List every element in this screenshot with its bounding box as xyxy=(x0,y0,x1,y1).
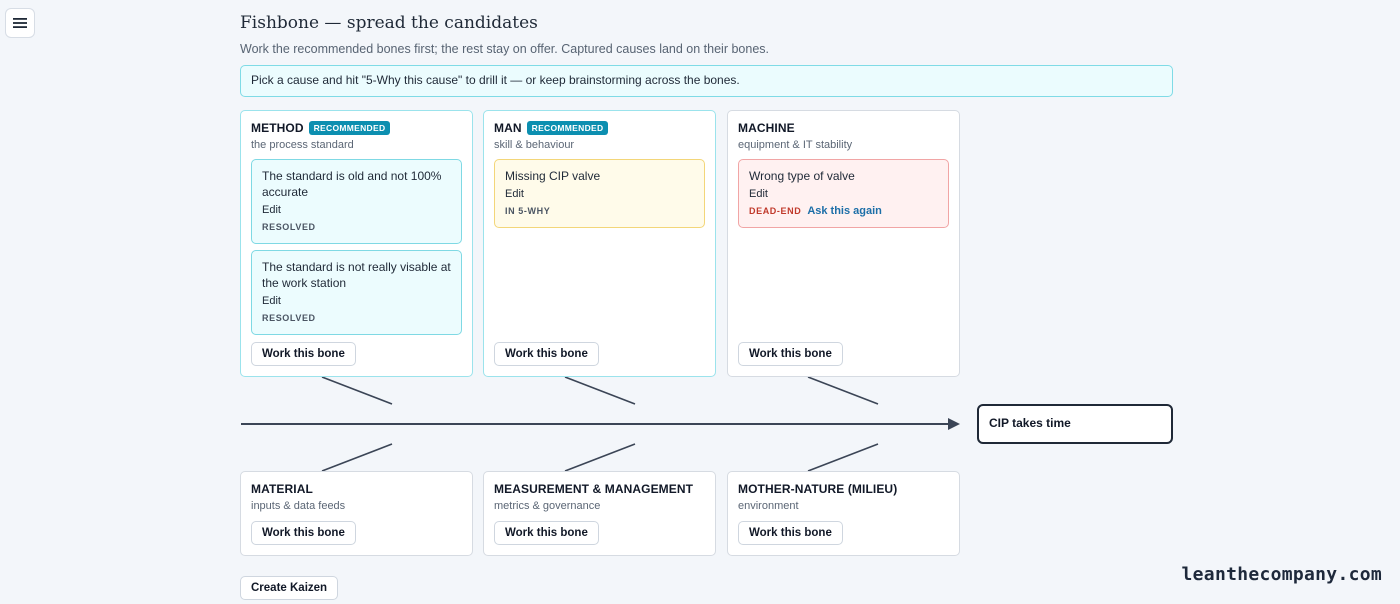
edit-link[interactable]: Edit xyxy=(262,204,451,216)
cause-text: The standard is old and not 100% accurat… xyxy=(262,169,442,199)
create-kaizen-button[interactable]: Create Kaizen xyxy=(240,576,339,600)
bone-card-material: MATERIAL inputs & data feeds Work this b… xyxy=(240,471,473,556)
bone-line-material xyxy=(321,443,393,472)
bone-line-man xyxy=(564,376,636,405)
bone-card-mother-nature: MOTHER-NATURE (MILIEU) environment Work … xyxy=(727,471,960,556)
bone-card-measurement: MEASUREMENT & MANAGEMENT metrics & gover… xyxy=(483,471,716,556)
bone-title: METHOD xyxy=(251,121,304,135)
effect-box: CIP takes time xyxy=(977,404,1173,444)
status-badge: RESOLVED xyxy=(262,222,316,232)
arrowhead-icon xyxy=(948,418,960,430)
bone-subtitle: equipment & IT stability xyxy=(738,139,853,151)
cause-card[interactable]: The standard is not really visable at th… xyxy=(251,250,462,335)
cause-card[interactable]: The standard is old and not 100% accurat… xyxy=(251,159,462,244)
ask-again-link[interactable]: Ask this again xyxy=(807,205,882,217)
bone-line-method xyxy=(321,376,393,405)
work-bone-button-measurement[interactable]: Work this bone xyxy=(494,521,599,545)
edit-link[interactable]: Edit xyxy=(749,188,938,200)
cause-card[interactable]: Missing CIP valve Edit IN 5-WHY xyxy=(494,159,705,228)
bone-card-man: MAN RECOMMENDED skill & behaviour Missin… xyxy=(483,110,716,377)
cause-text: Wrong type of valve xyxy=(749,169,855,183)
bone-card-method: METHOD RECOMMENDED the process standard … xyxy=(240,110,473,377)
bone-title: MOTHER-NATURE (MILIEU) xyxy=(738,482,898,496)
cause-text: The standard is not really visable at th… xyxy=(262,260,451,290)
bone-subtitle: metrics & governance xyxy=(494,500,601,512)
cause-text: Missing CIP valve xyxy=(505,169,601,183)
bone-line-mother-nature xyxy=(807,443,879,472)
work-bone-button-machine[interactable]: Work this bone xyxy=(738,342,843,366)
bone-title: MAN xyxy=(494,121,522,135)
work-bone-button-material[interactable]: Work this bone xyxy=(251,521,356,545)
recommended-badge: RECOMMENDED xyxy=(526,121,609,135)
status-badge: IN 5-WHY xyxy=(505,206,551,216)
recommended-badge: RECOMMENDED xyxy=(308,121,391,135)
bone-card-machine: MACHINE equipment & IT stability Wrong t… xyxy=(727,110,960,377)
bone-subtitle: environment xyxy=(738,500,799,512)
status-badge: DEAD-END xyxy=(749,206,802,216)
bone-title: MATERIAL xyxy=(251,482,313,496)
bone-subtitle: the process standard xyxy=(251,139,354,151)
work-bone-button-mother-nature[interactable]: Work this bone xyxy=(738,521,843,545)
bone-subtitle: inputs & data feeds xyxy=(251,500,346,512)
bone-title: MACHINE xyxy=(738,121,795,135)
status-badge: RESOLVED xyxy=(262,313,316,323)
bone-title: MEASUREMENT & MANAGEMENT xyxy=(494,482,694,496)
edit-link[interactable]: Edit xyxy=(505,188,694,200)
cause-card[interactable]: Wrong type of valve Edit DEAD-END Ask thi… xyxy=(738,159,949,228)
bone-subtitle: skill & behaviour xyxy=(494,139,575,151)
work-bone-button-man[interactable]: Work this bone xyxy=(494,342,599,366)
bone-line-machine xyxy=(807,376,879,405)
bone-line-measurement xyxy=(564,443,636,472)
work-bone-button-method[interactable]: Work this bone xyxy=(251,342,356,366)
watermark: leanthecompany.com xyxy=(1181,564,1382,585)
edit-link[interactable]: Edit xyxy=(262,295,451,307)
